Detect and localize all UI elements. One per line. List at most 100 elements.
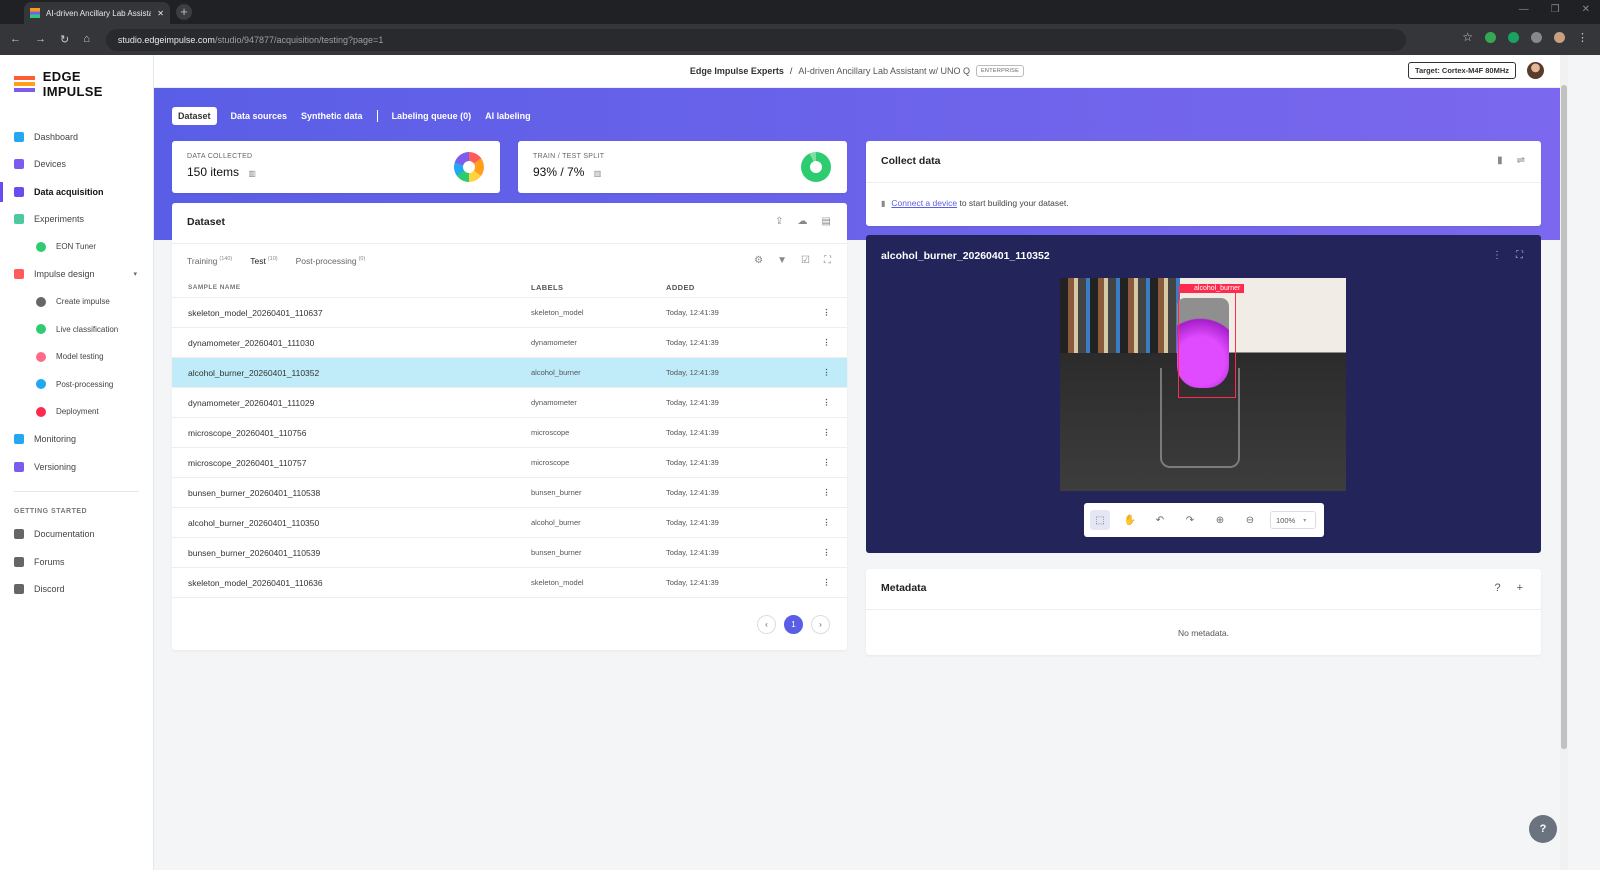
- table-row[interactable]: skeleton_model_20260401_110636 skeleton_m…: [172, 568, 847, 598]
- subtab-test[interactable]: Test (10): [250, 256, 277, 266]
- upload-icon[interactable]: ⇪: [775, 216, 783, 227]
- tab-ai-labeling[interactable]: AI labeling: [485, 111, 531, 121]
- col-labels[interactable]: LABELS: [531, 283, 666, 292]
- sidebar-item-create-impulse[interactable]: Create impulse: [0, 288, 153, 316]
- tab-dataset[interactable]: Dataset: [172, 107, 217, 125]
- table-row[interactable]: bunsen_burner_20260401_110539 bunsen_burn…: [172, 538, 847, 568]
- chevron-down-icon[interactable]: ▾: [133, 270, 137, 278]
- minimize-icon[interactable]: —: [1519, 4, 1529, 15]
- avatar[interactable]: [1527, 62, 1544, 79]
- reload-icon[interactable]: ↻: [60, 33, 69, 46]
- device-icon[interactable]: ▮: [1497, 155, 1503, 166]
- sidebar-item-versioning[interactable]: Versioning: [0, 453, 153, 481]
- subtab-training[interactable]: Training (140): [187, 256, 232, 266]
- forward-icon[interactable]: →: [35, 33, 46, 46]
- select-icon[interactable]: ☑: [801, 255, 810, 266]
- help-icon[interactable]: ?: [1494, 582, 1500, 594]
- chart-icon[interactable]: ▥: [594, 169, 602, 178]
- more-icon[interactable]: ⋮: [1492, 250, 1502, 261]
- restore-icon[interactable]: ❐: [1551, 4, 1560, 15]
- support-chat-icon[interactable]: ?: [1529, 815, 1557, 843]
- browser-tab[interactable]: AI-driven Ancillary Lab Assistan ✕: [24, 2, 170, 24]
- filter-icon[interactable]: ▼: [777, 255, 787, 266]
- table-row[interactable]: alcohol_burner_20260401_110352 alcohol_bu…: [172, 358, 847, 388]
- bounding-box-label[interactable]: alcohol_burner: [1180, 284, 1245, 293]
- fullscreen-icon[interactable]: ⛶: [1516, 250, 1523, 261]
- row-menu-icon[interactable]: ⋮: [806, 547, 847, 558]
- col-sample-name[interactable]: SAMPLE NAME: [172, 284, 531, 291]
- table-row[interactable]: bunsen_burner_20260401_110538 bunsen_burn…: [172, 478, 847, 508]
- extensions-puzzle-icon[interactable]: [1531, 31, 1542, 43]
- row-menu-icon[interactable]: ⋮: [806, 307, 847, 318]
- sidebar-link-discord[interactable]: Discord: [0, 576, 153, 604]
- logo[interactable]: EDGE IMPULSE: [0, 55, 153, 113]
- connect-icon[interactable]: ⇌: [1517, 155, 1525, 166]
- next-page-icon[interactable]: ›: [811, 615, 830, 634]
- undo-icon[interactable]: ↶: [1150, 510, 1170, 530]
- grammarly-icon[interactable]: [1508, 31, 1519, 43]
- page-button[interactable]: 1: [784, 615, 803, 634]
- zoom-in-icon[interactable]: ⊕: [1210, 510, 1230, 530]
- back-icon[interactable]: ←: [10, 33, 21, 46]
- sidebar-item-impulse-design[interactable]: Impulse design ▾: [0, 261, 153, 289]
- sidebar-link-forums[interactable]: Forums: [0, 548, 153, 576]
- row-menu-icon[interactable]: ⋮: [806, 457, 847, 468]
- tab-labeling-queue[interactable]: Labeling queue (0): [392, 111, 472, 121]
- col-added[interactable]: ADDED: [666, 283, 806, 292]
- table-row[interactable]: alcohol_burner_20260401_110350 alcohol_bu…: [172, 508, 847, 538]
- zoom-out-icon[interactable]: ⊖: [1240, 510, 1260, 530]
- close-tab-icon[interactable]: ✕: [157, 9, 164, 18]
- sidebar-item-eon-tuner[interactable]: EON Tuner: [0, 233, 153, 261]
- add-metadata-icon[interactable]: +: [1517, 582, 1523, 594]
- sidebar-item-data-acquisition[interactable]: Data acquisition: [0, 178, 153, 206]
- tab-synthetic-data[interactable]: Synthetic data: [301, 111, 363, 121]
- sample-image[interactable]: alcohol_burner: [1060, 278, 1346, 491]
- sidebar-item-devices[interactable]: Devices: [0, 151, 153, 179]
- bounding-box[interactable]: [1178, 286, 1236, 398]
- table-row[interactable]: dynamometer_20260401_111030 dynamometer To…: [172, 328, 847, 358]
- row-menu-icon[interactable]: ⋮: [806, 577, 847, 588]
- balance-icon[interactable]: ⚙: [754, 255, 763, 266]
- bookmark-star-icon[interactable]: ☆: [1462, 30, 1473, 44]
- zoom-select[interactable]: 100% ▾: [1270, 511, 1316, 529]
- row-menu-icon[interactable]: ⋮: [806, 427, 847, 438]
- sidebar-item-monitoring[interactable]: Monitoring: [0, 426, 153, 454]
- sidebar-item-model-testing[interactable]: Model testing: [0, 343, 153, 371]
- new-tab-icon[interactable]: +: [176, 4, 192, 20]
- subtab-post-processing[interactable]: Post-processing (0): [296, 256, 366, 266]
- sidebar-link-documentation[interactable]: Documentation: [0, 521, 153, 549]
- table-row[interactable]: dynamometer_20260401_111029 dynamometer To…: [172, 388, 847, 418]
- sidebar-item-dashboard[interactable]: Dashboard: [0, 123, 153, 151]
- table-row[interactable]: skeleton_model_20260401_110637 skeleton_m…: [172, 298, 847, 328]
- row-menu-icon[interactable]: ⋮: [806, 367, 847, 378]
- sidebar-item-experiments[interactable]: Experiments: [0, 206, 153, 234]
- page-scrollbar[interactable]: [1560, 55, 1568, 870]
- table-row[interactable]: microscope_20260401_110757 microscope Toda…: [172, 448, 847, 478]
- tab-data-sources[interactable]: Data sources: [231, 111, 288, 121]
- sidebar-item-live-classification[interactable]: Live classification: [0, 316, 153, 344]
- expand-icon[interactable]: ⛶: [824, 255, 831, 266]
- redo-icon[interactable]: ↷: [1180, 510, 1200, 530]
- row-menu-icon[interactable]: ⋮: [806, 397, 847, 408]
- project-name[interactable]: AI-driven Ancillary Lab Assistant w/ UNO…: [798, 66, 970, 76]
- org-name[interactable]: Edge Impulse Experts: [690, 66, 784, 76]
- browser-menu-icon[interactable]: ⋮: [1577, 31, 1588, 44]
- row-menu-icon[interactable]: ⋮: [806, 337, 847, 348]
- row-menu-icon[interactable]: ⋮: [806, 517, 847, 528]
- row-menu-icon[interactable]: ⋮: [806, 487, 847, 498]
- prev-page-icon[interactable]: ‹: [757, 615, 776, 634]
- pan-tool-icon[interactable]: ✋: [1120, 510, 1140, 530]
- url-field[interactable]: studio.edgeimpulse.com/studio/947877/acq…: [105, 28, 1406, 51]
- close-window-icon[interactable]: ✕: [1582, 4, 1590, 15]
- sidebar-item-deployment[interactable]: Deployment: [0, 398, 153, 426]
- profile-icon[interactable]: [1554, 31, 1565, 43]
- select-tool-icon[interactable]: ⬚: [1090, 510, 1110, 530]
- table-row[interactable]: microscope_20260401_110756 microscope Toda…: [172, 418, 847, 448]
- connect-device-link[interactable]: Connect a device: [891, 198, 957, 208]
- export-icon[interactable]: ▤: [822, 216, 831, 227]
- chart-icon[interactable]: ▥: [248, 169, 256, 178]
- home-icon[interactable]: ⌂: [83, 33, 90, 46]
- target-device-button[interactable]: Target: Cortex-M4F 80MHz: [1407, 62, 1516, 79]
- cloud-upload-icon[interactable]: ☁: [798, 216, 808, 227]
- extension-icon[interactable]: [1485, 31, 1496, 43]
